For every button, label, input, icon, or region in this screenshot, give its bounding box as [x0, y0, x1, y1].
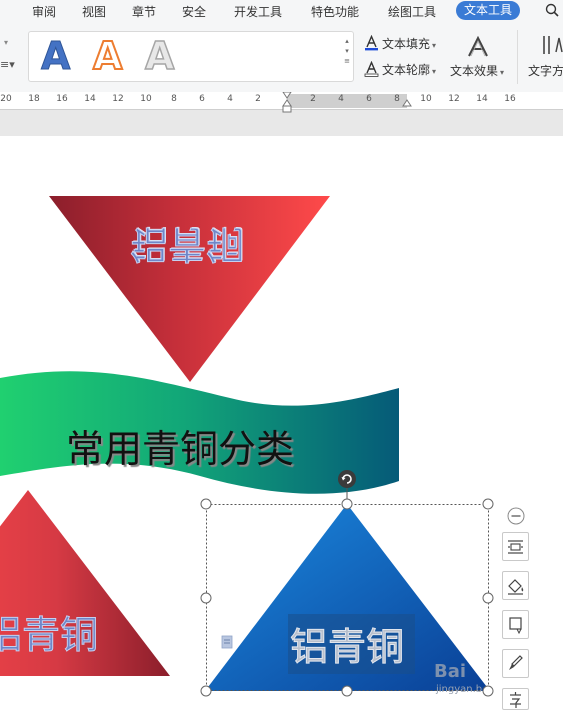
text-style-orange-outline[interactable]: A	[92, 33, 123, 79]
watermark-logo: Bai	[434, 661, 467, 682]
shape-fill-button[interactable]	[502, 571, 529, 600]
chevron-down-icon: ▾	[432, 67, 437, 76]
ruler-area: 20 18 16 14 12 10 8 6 4 2 2 4 6 8 10 12 …	[0, 92, 563, 136]
watermark-url: jingyan.b	[436, 684, 483, 695]
gallery-scroll[interactable]: ▴ ▾ ≡	[343, 36, 351, 78]
wrap-text-icon	[508, 540, 523, 554]
ruler-indent-markers[interactable]	[0, 92, 563, 116]
menu-special-features[interactable]: 特色功能	[311, 3, 359, 20]
text-outline-icon	[364, 61, 379, 77]
text-char-icon	[510, 692, 521, 708]
menu-security[interactable]: 安全	[182, 3, 206, 20]
banner-title-text[interactable]: 常用青铜分类	[66, 418, 294, 473]
text-anchor-icon	[221, 635, 233, 649]
text-effect-label-wrap: 文本效果 ▾	[450, 62, 504, 79]
text-direction-label: 文字方	[528, 64, 563, 78]
text-options-button[interactable]	[502, 688, 529, 710]
format-painter-button[interactable]	[502, 649, 529, 678]
ribbon-text-tools: ▾ ≡▾ A A A ▴ ▾ ≡ 文本填充 ▾ 文本轮廓 ▾ 文本效果 ▾ 文字…	[0, 22, 563, 92]
outline-square-icon	[509, 617, 522, 635]
chevron-down-icon: ▾	[500, 68, 505, 77]
chevron-up-icon[interactable]: ▴	[343, 36, 351, 46]
left-triangle-text[interactable]: 铝青铜	[0, 604, 99, 659]
chevron-down-icon: ▾	[432, 41, 437, 50]
text-style-gray[interactable]: A	[144, 33, 175, 79]
text-direction-icon	[543, 36, 563, 54]
menu-bar: 审阅 视图 章节 安全 开发工具 特色功能 绘图工具 文本工具	[0, 0, 563, 22]
text-fill-button[interactable]: 文本填充 ▾	[364, 35, 436, 52]
text-fill-label: 文本填充	[382, 37, 431, 51]
text-fill-icon	[365, 35, 378, 51]
menu-text-tools[interactable]: 文本工具	[456, 1, 521, 20]
paint-bucket-icon	[508, 579, 524, 595]
chevron-down-icon[interactable]: ▾	[343, 46, 351, 56]
collapse-icon[interactable]	[507, 507, 525, 525]
text-direction-button[interactable]: 文字方	[528, 32, 563, 82]
text-outline-button[interactable]: 文本轮廓 ▾	[364, 61, 436, 78]
menu-developer-tools[interactable]: 开发工具	[234, 3, 282, 20]
inverted-triangle-text[interactable]: 铝青铜	[130, 220, 245, 275]
horizontal-ruler[interactable]: 20 18 16 14 12 10 8 6 4 2 2 4 6 8 10 12 …	[0, 92, 563, 113]
document-canvas[interactable]: 铝青铜 常用青铜分类 铝青铜 铝青铜 Bai jingyan.b	[0, 136, 563, 711]
search-icon[interactable]	[545, 2, 559, 18]
gallery-more-icon[interactable]: ≡	[343, 56, 351, 66]
layout-options-button[interactable]	[502, 532, 529, 561]
text-style-blue[interactable]: A	[40, 34, 70, 79]
text-outline-label: 文本轮廓	[382, 63, 431, 77]
text-style-gallery: A A A ▴ ▾ ≡	[28, 31, 354, 82]
shape-outline-button[interactable]	[502, 610, 529, 639]
text-effect-button[interactable]: 文本效果 ▾	[450, 32, 508, 82]
text-effect-icon	[468, 36, 488, 57]
selected-triangle-text[interactable]: 铝青铜	[289, 616, 404, 671]
rotate-icon[interactable]	[338, 470, 356, 488]
menu-review[interactable]: 审阅	[32, 3, 56, 20]
brush-icon	[509, 655, 523, 670]
text-effect-label: 文本效果	[450, 64, 499, 78]
ribbon-divider	[517, 30, 518, 84]
menu-drawing-tools[interactable]: 绘图工具	[388, 3, 436, 20]
menu-chapter[interactable]: 章节	[132, 3, 156, 20]
menu-view[interactable]: 视图	[82, 3, 106, 20]
